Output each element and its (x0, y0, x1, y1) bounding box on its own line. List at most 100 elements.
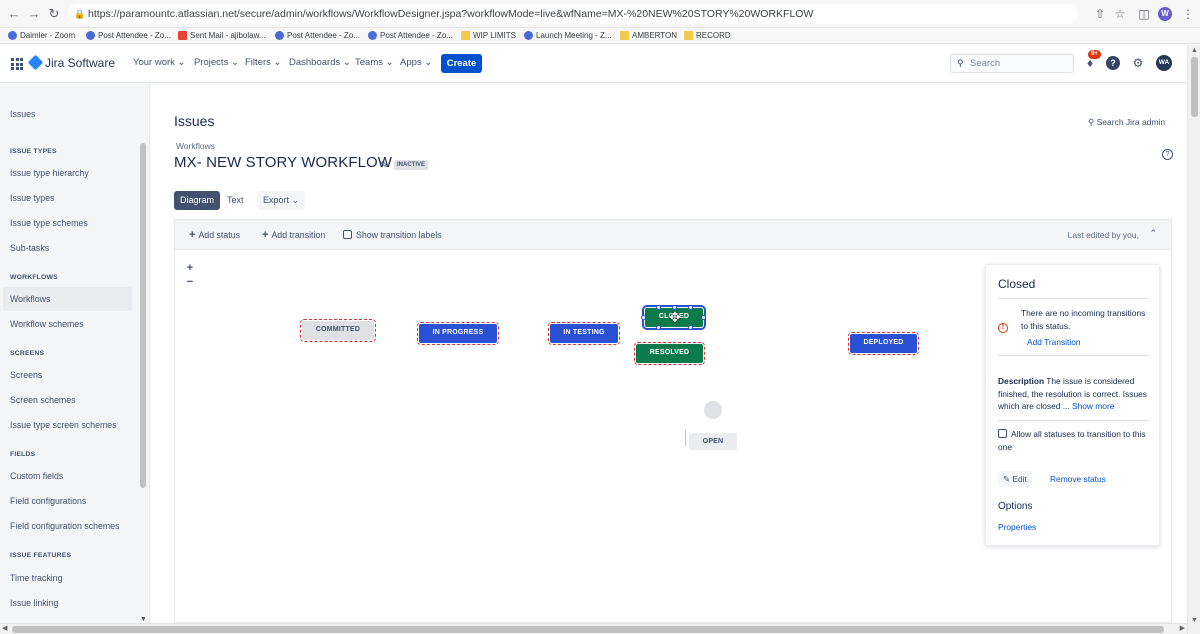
sidebar-item-issues[interactable]: Issues (10, 108, 35, 120)
bookmark-item[interactable]: Post Attendee - Zo... (368, 29, 453, 43)
resize-handle[interactable] (688, 305, 693, 310)
share-icon[interactable]: ⇧ (1092, 6, 1108, 22)
status-in-testing[interactable]: IN TESTING (548, 322, 620, 345)
allow-all-checkbox[interactable]: Allow all statuses to transition to this… (998, 428, 1153, 453)
app-switcher-icon[interactable] (11, 58, 23, 70)
export-dropdown[interactable]: Export ⌄ (257, 191, 306, 210)
tab-text[interactable]: Text (221, 191, 250, 210)
resize-handle[interactable] (656, 305, 661, 310)
menu-icon[interactable]: ⋮ (1180, 6, 1196, 22)
scroll-up-icon[interactable]: ▲ (1191, 47, 1198, 54)
nav-dashboards[interactable]: Dashboards ⌄ (289, 55, 351, 71)
warning-icon: ! (998, 323, 1008, 333)
nav-apps[interactable]: Apps ⌄ (400, 55, 432, 71)
nav-filters[interactable]: Filters ⌄ (245, 55, 281, 71)
horizontal-scrollbar[interactable]: ◀ ▶ (0, 623, 1187, 634)
add-transition-link[interactable]: Add Transition (1027, 336, 1081, 348)
sidebar-scroll-thumb[interactable] (140, 143, 146, 488)
checkbox-icon[interactable] (998, 429, 1007, 438)
status-resolved[interactable]: RESOLVED (634, 342, 705, 365)
sidebar-item-workflows[interactable]: Workflows (3, 287, 132, 311)
user-avatar[interactable]: WA (1156, 55, 1172, 71)
search-input[interactable]: ⚲ Search (950, 54, 1074, 73)
bookmark-item[interactable]: Sent Mail - ajibolaw... (178, 29, 266, 43)
help-icon[interactable]: ? (1162, 149, 1173, 160)
scroll-thumb[interactable] (1191, 57, 1198, 117)
jira-logo-icon[interactable] (27, 54, 44, 71)
chevron-up-icon[interactable]: ⌃ (1149, 228, 1157, 239)
create-button[interactable]: Create (441, 54, 482, 73)
help-icon[interactable]: ? (1106, 56, 1120, 70)
sidebar-item-field-configurations[interactable]: Field configurations (10, 495, 86, 507)
resize-handle[interactable] (701, 315, 706, 320)
window-scrollbar[interactable]: ▲ ▼ (1187, 45, 1200, 634)
address-bar[interactable]: 🔒 https://paramountc.atlassian.net/secur… (68, 4, 1078, 24)
status-open[interactable]: OPEN (689, 433, 737, 450)
sidebar-item-time-tracking[interactable]: Time tracking (10, 572, 62, 584)
settings-gear-icon[interactable]: ⚙ (1130, 55, 1146, 71)
chevron-down-icon: ⌄ (273, 57, 282, 68)
bookmark-item[interactable]: Post Attendee - Zo... (275, 29, 360, 43)
bookmark-item[interactable]: Post Attendee - Zo... (86, 29, 171, 43)
sidebar-item-issue-type-screen-schemes[interactable]: Issue type screen schemes (10, 419, 117, 431)
nav-your-work[interactable]: Your work ⌄ (133, 55, 186, 71)
designer-toolbar: + Add status + Add transition Show transit… (175, 220, 1171, 250)
sidebar-item-screen-schemes[interactable]: Screen schemes (10, 394, 76, 406)
bookmark-item[interactable]: RECORD (684, 29, 731, 43)
tab-diagram[interactable]: Diagram (174, 191, 221, 210)
sidebar-heading: SCREENS (10, 350, 45, 357)
sidebar-item-sub-tasks[interactable]: Sub-tasks (10, 242, 49, 254)
resize-handle[interactable] (688, 325, 693, 330)
search-jira-admin[interactable]: ⚲ Search Jira admin (1088, 117, 1165, 128)
initial-state-icon[interactable] (704, 401, 722, 419)
sidebar-item-issue-type-schemes[interactable]: Issue type schemes (10, 217, 88, 229)
show-more-link[interactable]: Show more (1072, 401, 1114, 411)
sidebar-item-screens[interactable]: Screens (10, 369, 42, 381)
sidebar-item-workflow-schemes[interactable]: Workflow schemes (10, 318, 84, 330)
resize-handle[interactable] (641, 315, 646, 320)
back-icon[interactable]: ← (6, 6, 22, 22)
star-icon[interactable]: ☆ (1112, 6, 1128, 22)
breadcrumb[interactable]: Workflows (176, 141, 215, 151)
product-name[interactable]: Jira Software (45, 55, 115, 71)
status-badge: INACTIVE (394, 160, 429, 170)
sidebar-item-field-configuration-schemes[interactable]: Field configuration schemes (10, 520, 120, 532)
sidepanel-icon[interactable]: ◫ (1136, 6, 1152, 22)
scroll-left-icon[interactable]: ◀ (2, 624, 7, 632)
edit-button[interactable]: ✎ Edit (998, 471, 1032, 487)
bookmark-item[interactable]: Daimler - Zoom (8, 29, 75, 43)
remove-status-link[interactable]: Remove status (1050, 473, 1106, 485)
nav-projects[interactable]: Projects ⌄ (194, 55, 239, 71)
reload-icon[interactable]: ↻ (46, 6, 62, 22)
profile-avatar[interactable]: W (1158, 7, 1172, 21)
status-in-progress[interactable]: IN PROGRESS (417, 322, 499, 345)
nav-teams[interactable]: Teams ⌄ (355, 55, 394, 71)
sidebar-heading: FIELDS (10, 451, 36, 458)
scroll-down-icon[interactable]: ▼ (140, 616, 147, 623)
zoom-out-button[interactable]: − (184, 276, 196, 288)
status-committed[interactable]: COMMITTED (300, 319, 376, 342)
sidebar-item-issue-type-hierarchy[interactable]: Issue type hierarchy (10, 167, 89, 179)
bookmark-item[interactable]: Launch Meeting - Z... (524, 29, 612, 43)
add-status-button[interactable]: + Add status (189, 229, 240, 241)
forward-icon[interactable]: → (26, 6, 42, 22)
sidebar-item-custom-fields[interactable]: Custom fields (10, 470, 63, 482)
scroll-down-icon[interactable]: ▼ (1191, 617, 1198, 624)
properties-link[interactable]: Properties (998, 521, 1036, 533)
search-icon: ⚲ (1088, 117, 1095, 127)
zoom-icon (86, 31, 95, 40)
sidebar-item-issue-linking[interactable]: Issue linking (10, 597, 58, 609)
bookmark-item[interactable]: AMBERTON (620, 29, 677, 43)
scroll-right-icon[interactable]: ▶ (1180, 624, 1185, 632)
show-transition-labels-checkbox[interactable]: Show transition labels (343, 229, 442, 241)
checkbox-icon[interactable] (343, 230, 352, 239)
add-transition-button[interactable]: + Add transition (262, 229, 325, 241)
resize-handle[interactable] (656, 325, 661, 330)
sidebar-scrollbar[interactable]: ▼ (139, 143, 147, 623)
h-scroll-thumb[interactable] (12, 626, 1164, 633)
sidebar-item-issue-types[interactable]: Issue types (10, 192, 55, 204)
zoom-in-button[interactable]: + (184, 262, 196, 274)
bookmark-item[interactable]: WIP LIMITS (461, 29, 516, 43)
status-deployed[interactable]: DEPLOYED (848, 332, 919, 355)
pencil-icon[interactable]: ✎ (380, 160, 388, 171)
